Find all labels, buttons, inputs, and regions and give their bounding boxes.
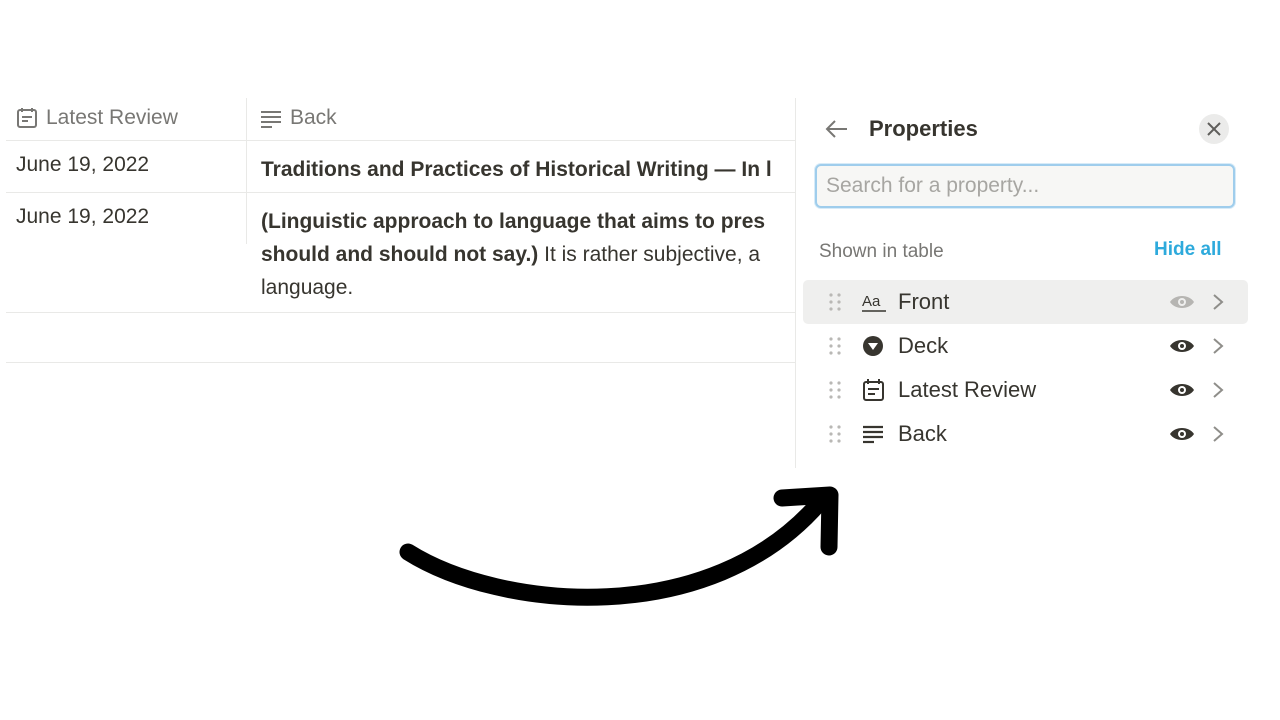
calendar-icon — [17, 108, 37, 128]
property-label: Deck — [898, 333, 949, 358]
select-circle-icon — [863, 336, 883, 356]
back-cell: Traditions and Practices of Historical W… — [261, 158, 772, 181]
property-item-back[interactable]: Back — [803, 412, 1248, 456]
drag-handle-icon[interactable] — [828, 380, 842, 400]
property-label: Front — [898, 289, 950, 314]
date-cell: June 19, 2022 — [16, 153, 150, 176]
text-aa-icon: Aa — [862, 293, 886, 312]
eye-icon[interactable] — [1169, 379, 1195, 401]
chevron-right-icon[interactable] — [1211, 291, 1225, 313]
back-line: (Linguistic approach to language that ai… — [261, 210, 766, 233]
chevron-right-icon[interactable] — [1211, 335, 1225, 357]
drag-handle-icon[interactable] — [828, 336, 842, 356]
property-search-input[interactable] — [815, 164, 1235, 208]
chevron-right-icon[interactable] — [1211, 423, 1225, 445]
property-label: Back — [898, 421, 947, 446]
drag-handle-icon[interactable] — [828, 292, 842, 312]
eye-icon[interactable] — [1169, 423, 1195, 445]
property-item-front[interactable]: Aa Front — [803, 280, 1248, 324]
back-text: It is rather subjective, a — [538, 243, 761, 266]
eye-icon[interactable] — [1169, 291, 1195, 313]
calendar-icon — [863, 379, 884, 401]
back-arrow-icon[interactable] — [824, 116, 850, 142]
back-bold-text: should and should not say.) — [261, 243, 539, 266]
property-item-deck[interactable]: Deck — [803, 324, 1248, 368]
back-line: language. — [261, 276, 354, 299]
close-button[interactable] — [1199, 114, 1229, 144]
text-lines-icon — [863, 425, 883, 444]
property-label: Latest Review — [898, 377, 1037, 402]
table-row[interactable]: June 19, 2022 (Linguistic approach to la… — [6, 193, 795, 313]
table-row[interactable]: June 19, 2022 Traditions and Practices o… — [6, 141, 795, 193]
eye-icon[interactable] — [1169, 335, 1195, 357]
column-header-label: Latest Review — [46, 106, 178, 129]
date-cell: June 19, 2022 — [16, 205, 150, 228]
panel-title: Properties — [869, 116, 978, 141]
column-header-back[interactable]: Back — [260, 96, 337, 140]
text-lines-icon — [261, 111, 281, 128]
back-line: should and should not say.) It is rather… — [261, 238, 795, 271]
column-header-label: Back — [290, 106, 337, 129]
empty-table-row[interactable] — [6, 313, 795, 363]
column-header-latest-review[interactable]: Latest Review — [16, 96, 178, 140]
section-label: Shown in table — [819, 241, 944, 262]
table-header: Latest Review Back — [6, 96, 795, 141]
property-item-latest-review[interactable]: Latest Review — [803, 368, 1248, 412]
chevron-right-icon[interactable] — [1211, 379, 1225, 401]
database-table: Latest Review Back June 19, 2022 Traditi… — [6, 96, 795, 366]
close-icon — [1207, 122, 1221, 136]
curved-arrow-annotation — [399, 486, 839, 606]
drag-handle-icon[interactable] — [828, 424, 842, 444]
properties-panel: Properties Shown in table Hide all Aa Fr… — [795, 98, 1261, 468]
back-cell: (Linguistic approach to language that ai… — [261, 205, 795, 304]
hide-all-button[interactable]: Hide all — [1154, 239, 1222, 261]
svg-text:Aa: Aa — [862, 293, 881, 310]
